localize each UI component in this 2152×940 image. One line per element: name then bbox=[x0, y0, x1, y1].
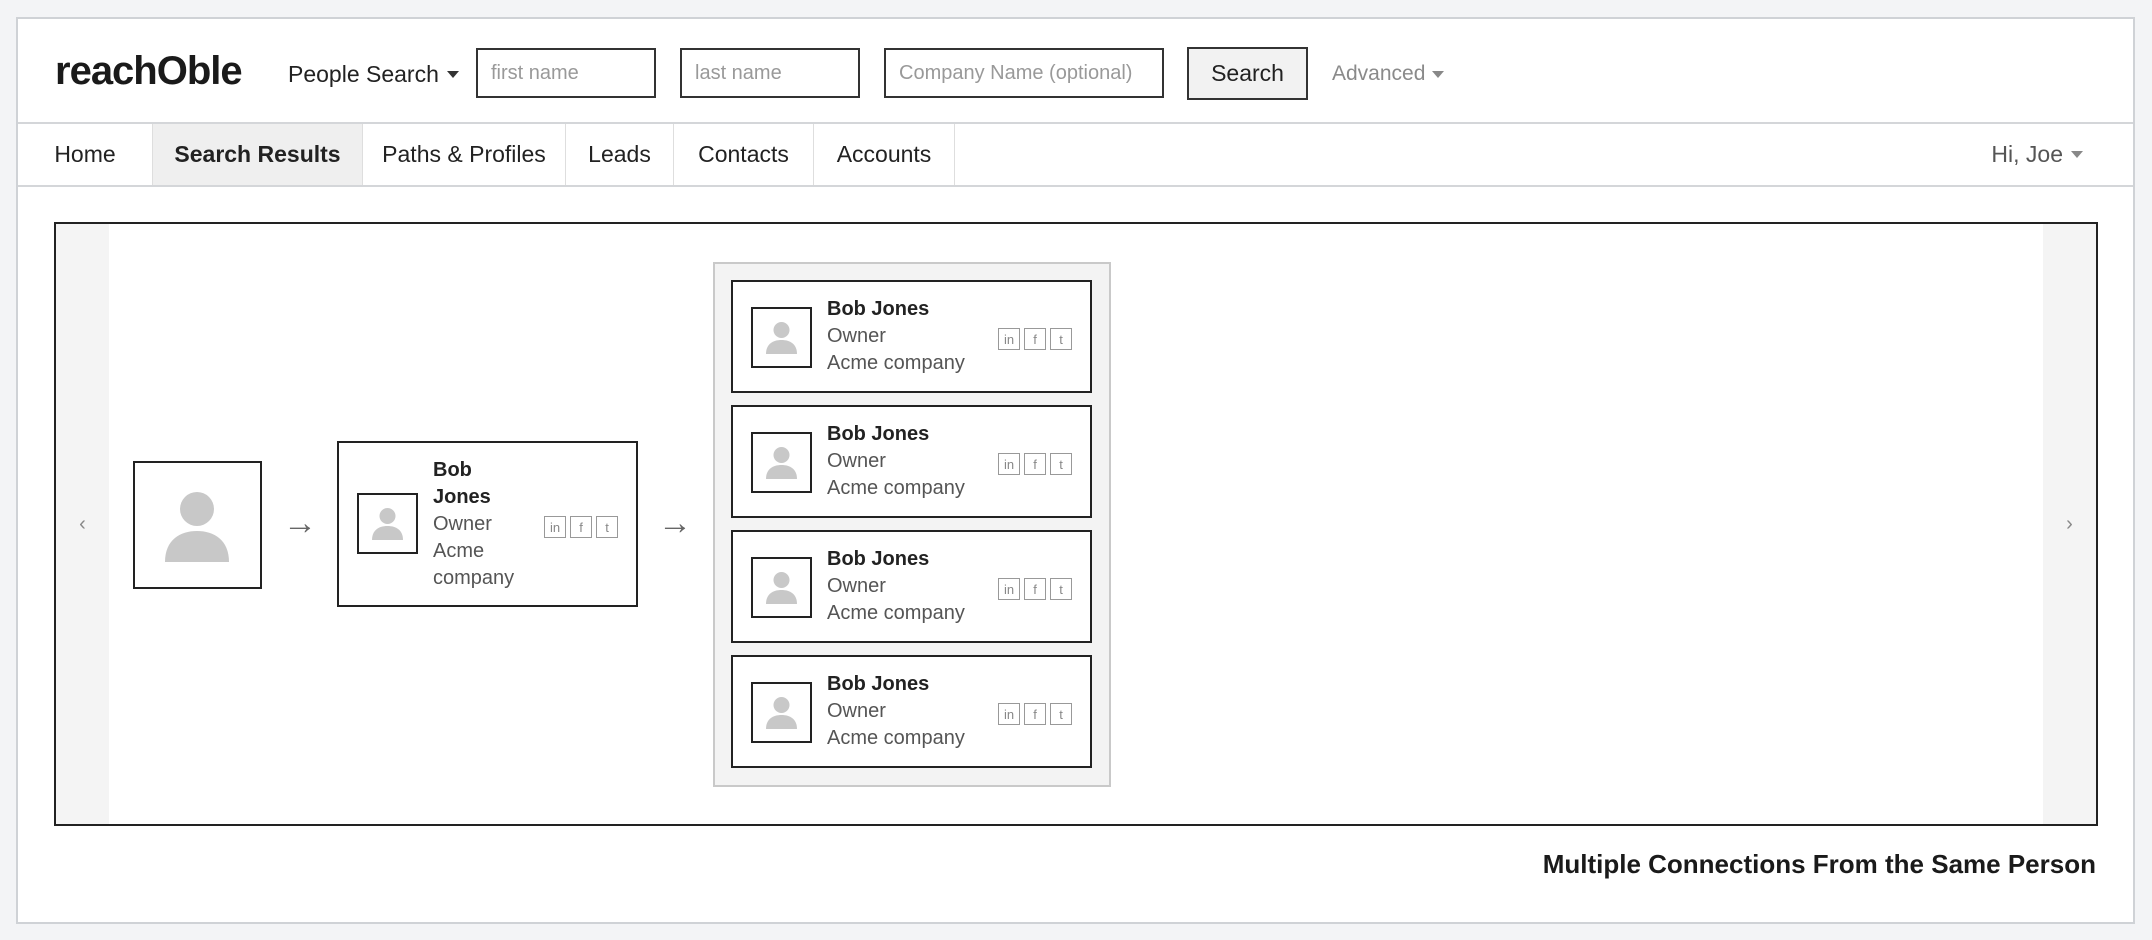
tab-accounts[interactable]: Accounts bbox=[814, 124, 955, 185]
person-name: Bob Jones bbox=[827, 298, 930, 320]
person-company: Acme bbox=[433, 540, 485, 562]
connection-card[interactable]: Bob Jones Owner Acme company in f t bbox=[731, 655, 1092, 768]
search-mode-dropdown[interactable]: People Search bbox=[288, 61, 459, 88]
twitter-icon[interactable]: t bbox=[596, 516, 618, 538]
person-icon bbox=[766, 447, 797, 479]
person-title: Owner bbox=[827, 575, 886, 597]
facebook-icon[interactable]: f bbox=[1024, 453, 1046, 475]
facebook-icon[interactable]: f bbox=[1024, 703, 1046, 725]
arrow-right-icon: → bbox=[283, 504, 317, 542]
twitter-icon[interactable]: t bbox=[1050, 578, 1072, 600]
facebook-icon[interactable]: f bbox=[570, 516, 592, 538]
advanced-label: Advanced bbox=[1332, 62, 1426, 85]
person-title: Owner bbox=[433, 513, 492, 535]
chevron-down-icon bbox=[1432, 70, 1445, 78]
carousel-next-button[interactable]: › bbox=[2043, 224, 2096, 824]
chevron-down-icon bbox=[446, 71, 459, 78]
person-company: Acme company bbox=[827, 602, 965, 624]
person-icon bbox=[766, 572, 797, 604]
user-menu[interactable]: Hi, Joe bbox=[1991, 124, 2083, 185]
tab-paths-profiles[interactable]: Paths & Profiles bbox=[363, 124, 566, 185]
person-name: Bob Jones bbox=[827, 423, 930, 445]
avatar bbox=[751, 432, 812, 493]
social-links: in f t bbox=[998, 328, 1072, 350]
social-links: in f t bbox=[998, 578, 1072, 600]
person-icon bbox=[766, 697, 797, 729]
person-title: Owner bbox=[827, 450, 886, 472]
facebook-icon[interactable]: f bbox=[1024, 578, 1046, 600]
linkedin-icon[interactable]: in bbox=[544, 516, 566, 538]
person-company: Acme company bbox=[827, 477, 965, 499]
person-icon bbox=[766, 322, 797, 354]
social-links: in f t bbox=[998, 453, 1072, 475]
tab-home[interactable]: Home bbox=[18, 124, 153, 185]
person-name: Bob bbox=[433, 459, 472, 481]
last-name-input[interactable] bbox=[680, 48, 860, 98]
connection-carousel: ‹ › → Bob Jones Owner Acme company in f … bbox=[54, 222, 2098, 826]
twitter-icon[interactable]: t bbox=[1050, 328, 1072, 350]
first-name-input[interactable] bbox=[476, 48, 656, 98]
person-title: Owner bbox=[827, 700, 886, 722]
search-mode-label: People Search bbox=[288, 61, 439, 87]
twitter-icon[interactable]: t bbox=[1050, 453, 1072, 475]
connection-card[interactable]: Bob Jones Owner Acme company in f t bbox=[731, 280, 1092, 393]
twitter-icon[interactable]: t bbox=[1050, 703, 1072, 725]
advanced-dropdown[interactable]: Advanced bbox=[1332, 62, 1445, 86]
person-name: Bob Jones bbox=[827, 548, 930, 570]
person-icon bbox=[372, 508, 403, 540]
main-nav: Home Search Results Paths & Profiles Lea… bbox=[18, 122, 2133, 187]
avatar bbox=[357, 493, 418, 554]
tab-contacts[interactable]: Contacts bbox=[674, 124, 814, 185]
person-company: Acme company bbox=[827, 727, 965, 749]
connection-group: Bob Jones Owner Acme company in f t Bob … bbox=[713, 262, 1111, 787]
person-company: Acme company bbox=[827, 352, 965, 374]
avatar bbox=[751, 557, 812, 618]
person-company: company bbox=[433, 567, 515, 589]
linkedin-icon[interactable]: in bbox=[998, 703, 1020, 725]
chevron-left-icon: ‹ bbox=[79, 512, 86, 535]
carousel-prev-button[interactable]: ‹ bbox=[56, 224, 109, 824]
section-caption: Multiple Connections From the Same Perso… bbox=[1542, 849, 2096, 879]
chevron-right-icon: › bbox=[2066, 512, 2073, 535]
person-icon bbox=[165, 492, 229, 562]
logo: reachOble bbox=[55, 49, 243, 93]
linkedin-icon[interactable]: in bbox=[998, 453, 1020, 475]
person-title: Owner bbox=[827, 325, 886, 347]
avatar bbox=[751, 307, 812, 368]
company-name-input[interactable] bbox=[884, 48, 1164, 98]
user-avatar bbox=[133, 461, 262, 589]
person-name: Jones bbox=[433, 486, 491, 508]
app-frame: reachOble People Search Search Advanced … bbox=[16, 17, 2135, 924]
facebook-icon[interactable]: f bbox=[1024, 328, 1046, 350]
tab-search-results[interactable]: Search Results bbox=[153, 124, 363, 185]
connection-card[interactable]: Bob Jones Owner Acme company in f t bbox=[731, 405, 1092, 518]
chevron-down-icon bbox=[2071, 151, 2083, 158]
header: reachOble People Search Search Advanced bbox=[18, 19, 2133, 123]
avatar bbox=[751, 682, 812, 743]
linkedin-icon[interactable]: in bbox=[998, 328, 1020, 350]
social-links: in f t bbox=[998, 703, 1072, 725]
search-button[interactable]: Search bbox=[1187, 47, 1308, 100]
greeting-label: Hi, Joe bbox=[1991, 141, 2063, 167]
linkedin-icon[interactable]: in bbox=[998, 578, 1020, 600]
connection-card[interactable]: Bob Jones Owner Acme company in f t bbox=[731, 530, 1092, 643]
person-name: Bob Jones bbox=[827, 673, 930, 695]
arrow-right-icon: → bbox=[658, 504, 692, 542]
social-links: in f t bbox=[544, 516, 618, 538]
tab-leads[interactable]: Leads bbox=[566, 124, 674, 185]
connection-card[interactable]: Bob Jones Owner Acme company in f t bbox=[337, 441, 638, 607]
